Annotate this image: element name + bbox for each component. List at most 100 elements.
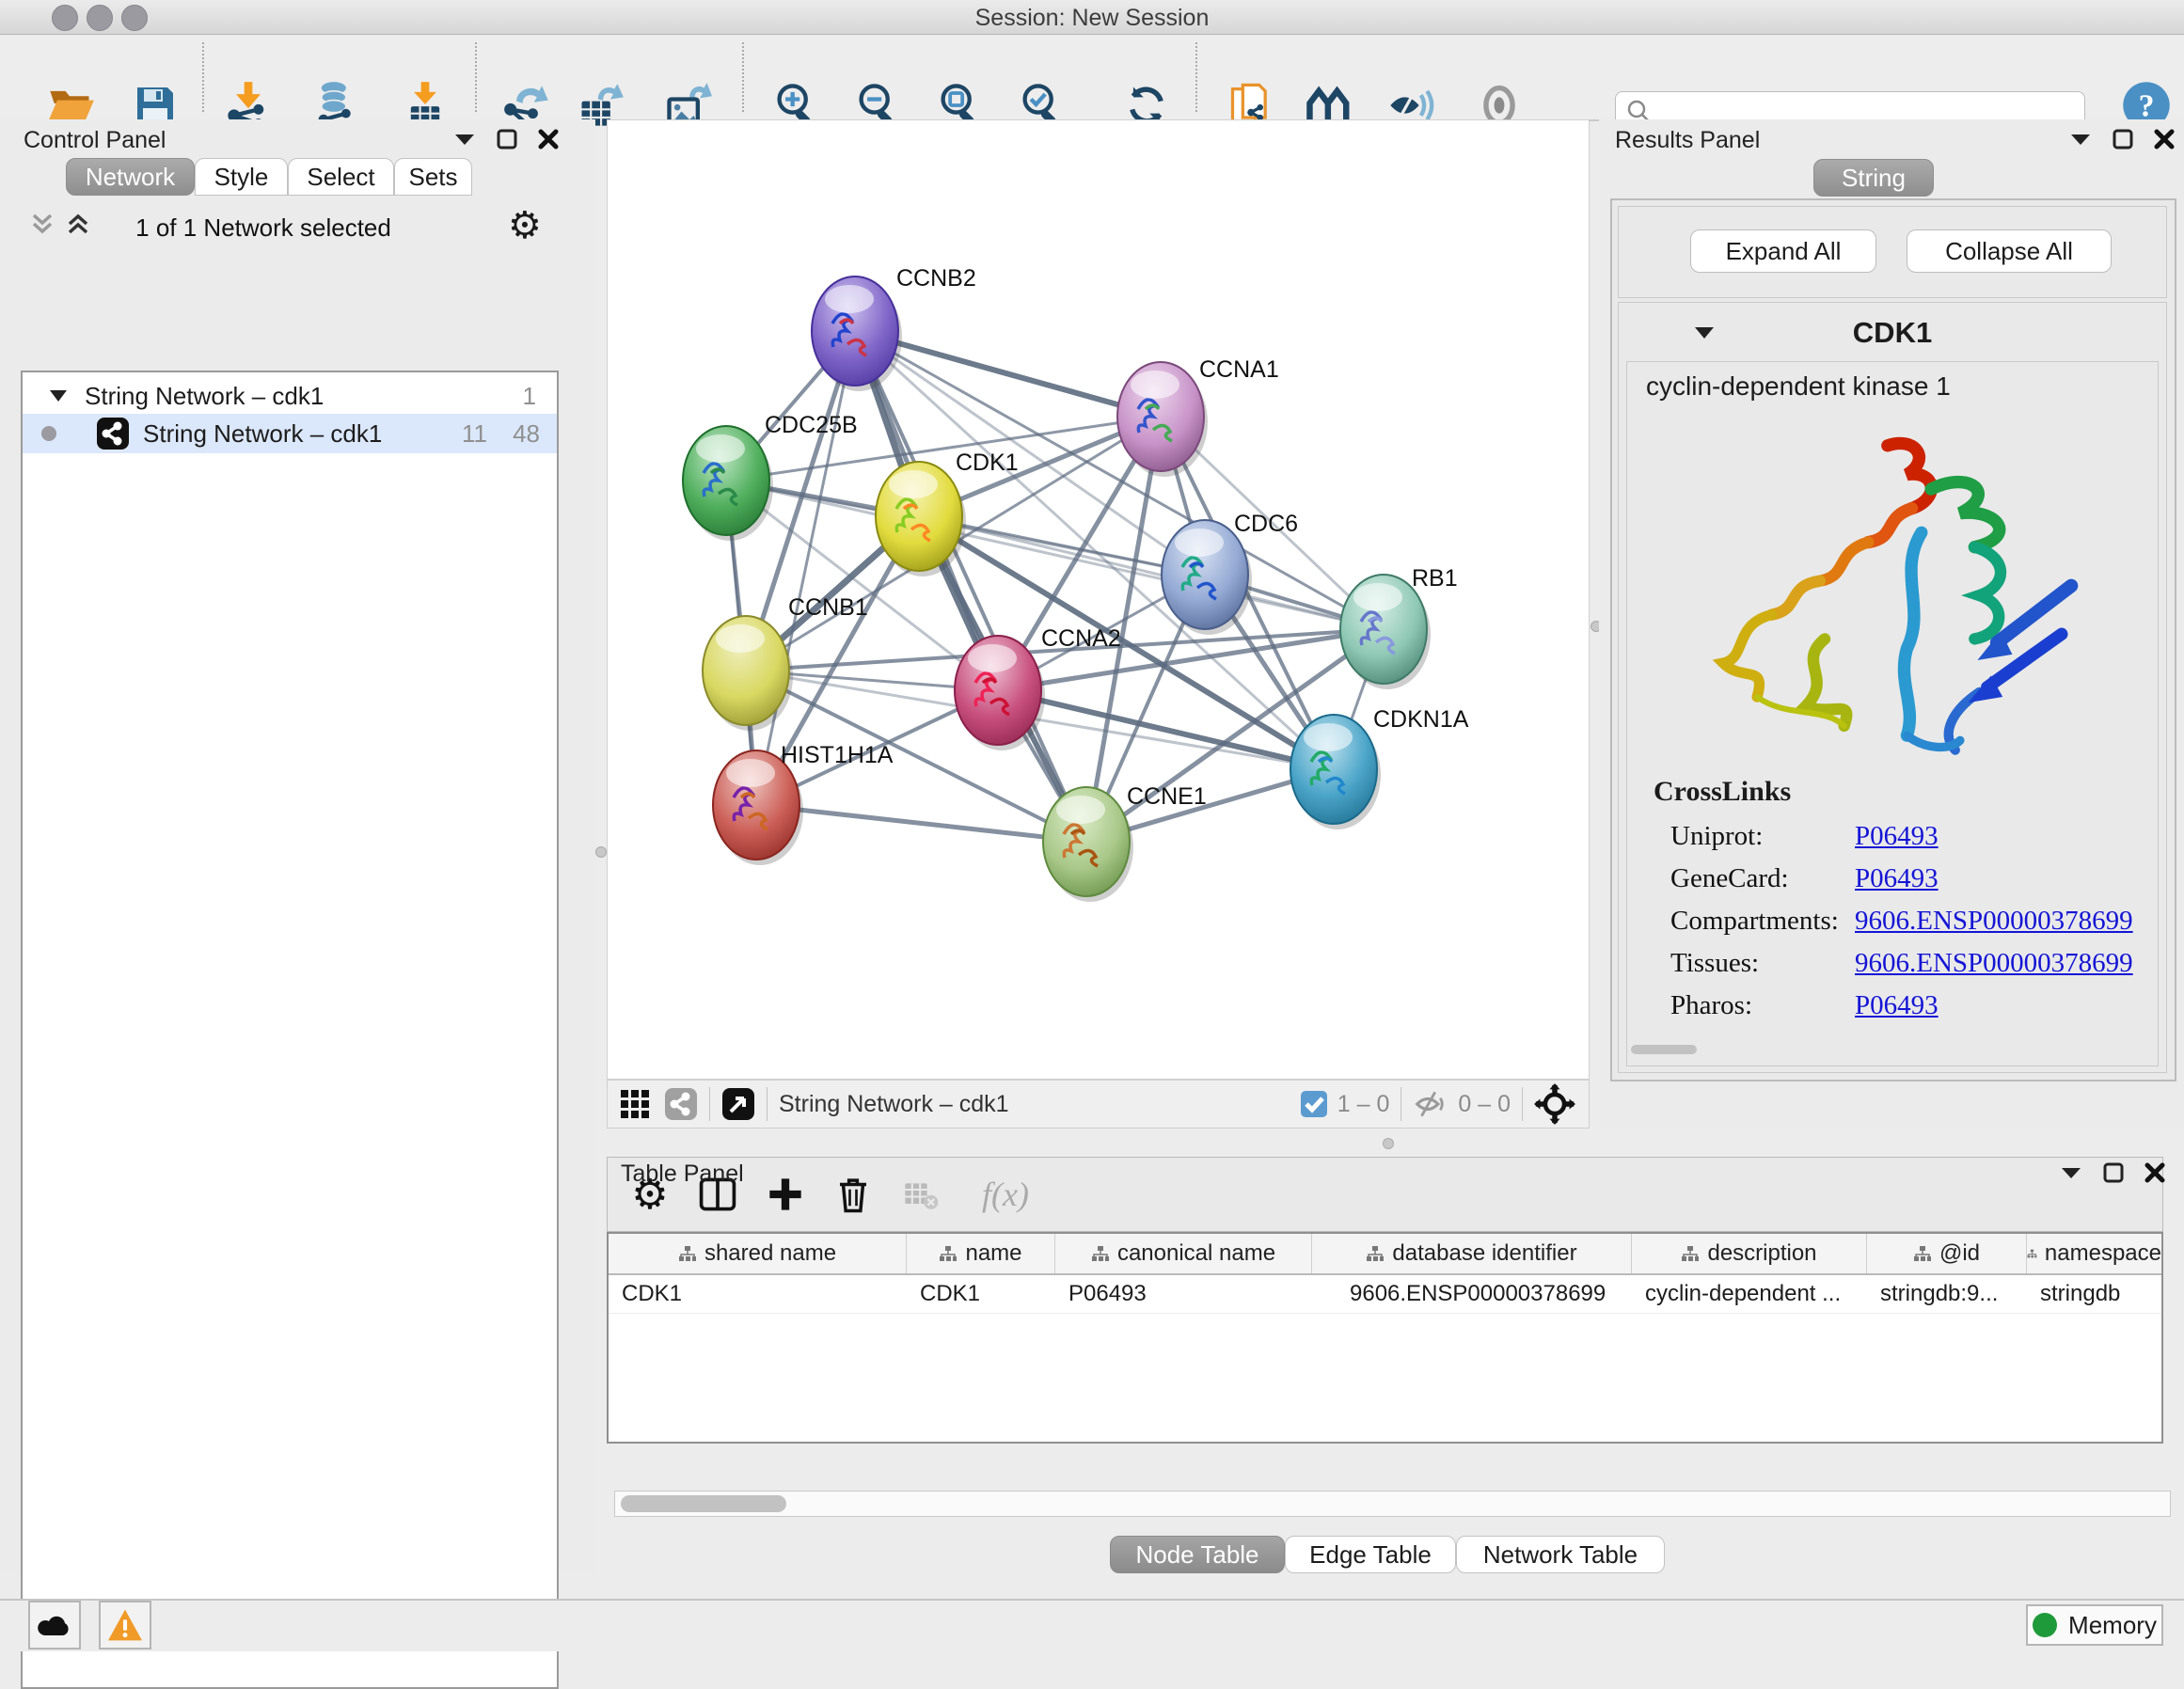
crosslink-label: Pharos: xyxy=(1670,990,1855,1033)
network-node-cdc25b[interactable]: CDC25B xyxy=(683,412,858,541)
tab-network[interactable]: Network xyxy=(66,158,195,196)
cdk1-details-box: cyclin-dependent kinase 1 xyxy=(1626,361,2159,1066)
grid-view-icon[interactable] xyxy=(619,1088,651,1120)
view-title: String Network – cdk1 xyxy=(779,1091,1009,1118)
network-node-ccnb2[interactable]: CCNB2 xyxy=(812,265,976,391)
network-edge[interactable] xyxy=(756,805,1086,842)
crosslink-link[interactable]: P06493 xyxy=(1855,990,1939,1033)
column-type-icon xyxy=(1681,1245,1700,1262)
column-type-icon xyxy=(939,1245,957,1262)
delete-column-trash-icon[interactable] xyxy=(828,1169,878,1220)
collection-count: 1 xyxy=(523,382,536,411)
table-hscrollbar[interactable] xyxy=(614,1491,2171,1517)
crosslink-link[interactable]: 9606.ENSP00000378699 xyxy=(1855,948,2133,990)
column-header[interactable]: description xyxy=(1632,1234,1867,1273)
panel-close-icon[interactable] xyxy=(538,129,559,150)
network-canvas[interactable]: CCNB2CCNA1CDC25BCDK1CDC6RB1CCNB1CCNA2CDK… xyxy=(607,119,1590,1080)
column-header[interactable]: namespace xyxy=(2027,1234,2161,1273)
network-node-hist1h1a[interactable]: HIST1H1A xyxy=(713,742,894,865)
network-node-rb1[interactable]: RB1 xyxy=(1340,565,1458,689)
crosslink-link[interactable]: 9606.ENSP00000378699 xyxy=(1855,906,2133,948)
window-title: Session: New Session xyxy=(0,5,2184,32)
network-row[interactable]: String Network – cdk1 11 48 xyxy=(23,414,557,453)
column-header[interactable]: canonical name xyxy=(1055,1234,1312,1273)
crosslink-label: Compartments: xyxy=(1670,906,1855,948)
network-thumbnail-icon[interactable] xyxy=(664,1087,698,1121)
network-node-ccne1[interactable]: CCNE1 xyxy=(1043,783,1207,902)
panel-close-icon[interactable] xyxy=(2154,129,2175,150)
cell-id[interactable]: stringdb:9... xyxy=(1867,1275,2027,1313)
panel-close-icon[interactable] xyxy=(2144,1162,2165,1183)
panel-float-icon[interactable] xyxy=(2113,129,2133,150)
tab-sets[interactable]: Sets xyxy=(394,158,472,196)
tab-string[interactable]: String xyxy=(1813,159,1934,197)
expand-all-button[interactable]: Expand All xyxy=(1690,229,1876,273)
network-options-gear-icon[interactable]: ⚙ xyxy=(508,204,542,247)
warnings-button[interactable] xyxy=(99,1601,151,1650)
network-graph[interactable]: CCNB2CCNA1CDC25BCDK1CDC6RB1CCNB1CCNA2CDK… xyxy=(608,120,1589,1079)
network-tree: String Network – cdk1 1 String Network –… xyxy=(21,371,559,1689)
panel-collapse-icon[interactable] xyxy=(2060,1165,2082,1180)
panel-collapse-icon[interactable] xyxy=(453,132,476,147)
control-panel-title: Control Panel xyxy=(24,127,166,154)
panel-collapse-icon[interactable] xyxy=(2069,132,2092,147)
tab-node-table[interactable]: Node Table xyxy=(1110,1536,1285,1573)
crosslink-row: Uniprot: P06493 xyxy=(1670,821,2141,863)
birdseye-crosshair-icon[interactable] xyxy=(1534,1083,1575,1125)
table-row[interactable]: CDK1 CDK1 P06493 9606.ENSP00000378699 cy… xyxy=(609,1275,2161,1314)
network-node-cdc6[interactable]: CDC6 xyxy=(1162,511,1298,635)
results-hscroll-thumb[interactable] xyxy=(1631,1045,1697,1054)
network-node-ccna1[interactable]: CCNA1 xyxy=(1117,356,1279,477)
crosslink-label: Uniprot: xyxy=(1670,821,1855,863)
cell-database-identifier[interactable]: 9606.ENSP00000378699 xyxy=(1312,1275,1632,1313)
panel-float-icon[interactable] xyxy=(497,129,517,150)
toolbar-separator xyxy=(475,42,477,112)
cell-name[interactable]: CDK1 xyxy=(907,1275,1055,1313)
crosslink-label: Tissues: xyxy=(1670,948,1855,990)
crosslink-link[interactable]: P06493 xyxy=(1855,821,1939,863)
node-label: HIST1H1A xyxy=(781,742,894,768)
column-header[interactable]: shared name xyxy=(609,1234,907,1273)
network-edge-count: 48 xyxy=(513,419,540,449)
protein-description: cyclin-dependent kinase 1 xyxy=(1646,371,1951,402)
expand-collapse-box: Expand All Collapse All xyxy=(1618,206,2167,298)
cell-shared-name[interactable]: CDK1 xyxy=(609,1275,907,1313)
node-label: CDC6 xyxy=(1234,511,1298,537)
memory-button[interactable]: Memory xyxy=(2026,1604,2163,1646)
column-header[interactable]: name xyxy=(907,1234,1055,1273)
crosslink-row: Pharos: P06493 xyxy=(1670,990,2141,1033)
network-collection-row[interactable]: String Network – cdk1 1 xyxy=(23,378,557,414)
column-header[interactable]: database identifier xyxy=(1312,1234,1632,1273)
node-label: CDK1 xyxy=(956,450,1019,476)
column-type-icon xyxy=(2027,1245,2037,1262)
cell-namespace[interactable]: stringdb xyxy=(2027,1275,2161,1313)
cell-description[interactable]: cyclin-dependent ... xyxy=(1632,1275,1867,1313)
crosslink-row: Compartments: 9606.ENSP00000378699 xyxy=(1670,906,2141,948)
vertical-splitter-grip[interactable] xyxy=(595,846,607,858)
crosslink-label: GeneCard: xyxy=(1670,863,1855,906)
column-header[interactable]: @id xyxy=(1867,1234,2027,1273)
cloud-status-button[interactable] xyxy=(28,1601,81,1650)
detach-view-icon[interactable] xyxy=(721,1087,755,1121)
tree-expand-icon[interactable] xyxy=(49,388,68,403)
tab-style[interactable]: Style xyxy=(195,158,288,196)
panel-float-icon[interactable] xyxy=(2103,1162,2124,1183)
toolbar-separator xyxy=(767,1087,768,1121)
add-column-icon[interactable] xyxy=(760,1169,811,1220)
network-node-cdk1[interactable]: CDK1 xyxy=(876,450,1019,576)
crosslink-link[interactable]: P06493 xyxy=(1855,863,1939,906)
network-status-dot xyxy=(41,426,56,441)
collapse-all-button[interactable]: Collapse All xyxy=(1907,229,2112,273)
tab-select[interactable]: Select xyxy=(288,158,394,196)
cell-canonical-name[interactable]: P06493 xyxy=(1055,1275,1312,1313)
selected-checkbox-icon[interactable] xyxy=(1300,1090,1328,1118)
column-type-icon xyxy=(1091,1245,1110,1262)
tab-network-table[interactable]: Network Table xyxy=(1456,1536,1665,1573)
network-node-cdkn1a[interactable]: CDKN1A xyxy=(1290,706,1469,829)
tab-edge-table[interactable]: Edge Table xyxy=(1285,1536,1456,1573)
node-label: CCNA2 xyxy=(1041,625,1121,652)
hidden-counts: 0 – 0 xyxy=(1458,1091,1511,1118)
horizontal-splitter-grip[interactable] xyxy=(1383,1138,1394,1149)
node-label: RB1 xyxy=(1412,565,1458,592)
table-hscroll-thumb[interactable] xyxy=(621,1495,786,1512)
